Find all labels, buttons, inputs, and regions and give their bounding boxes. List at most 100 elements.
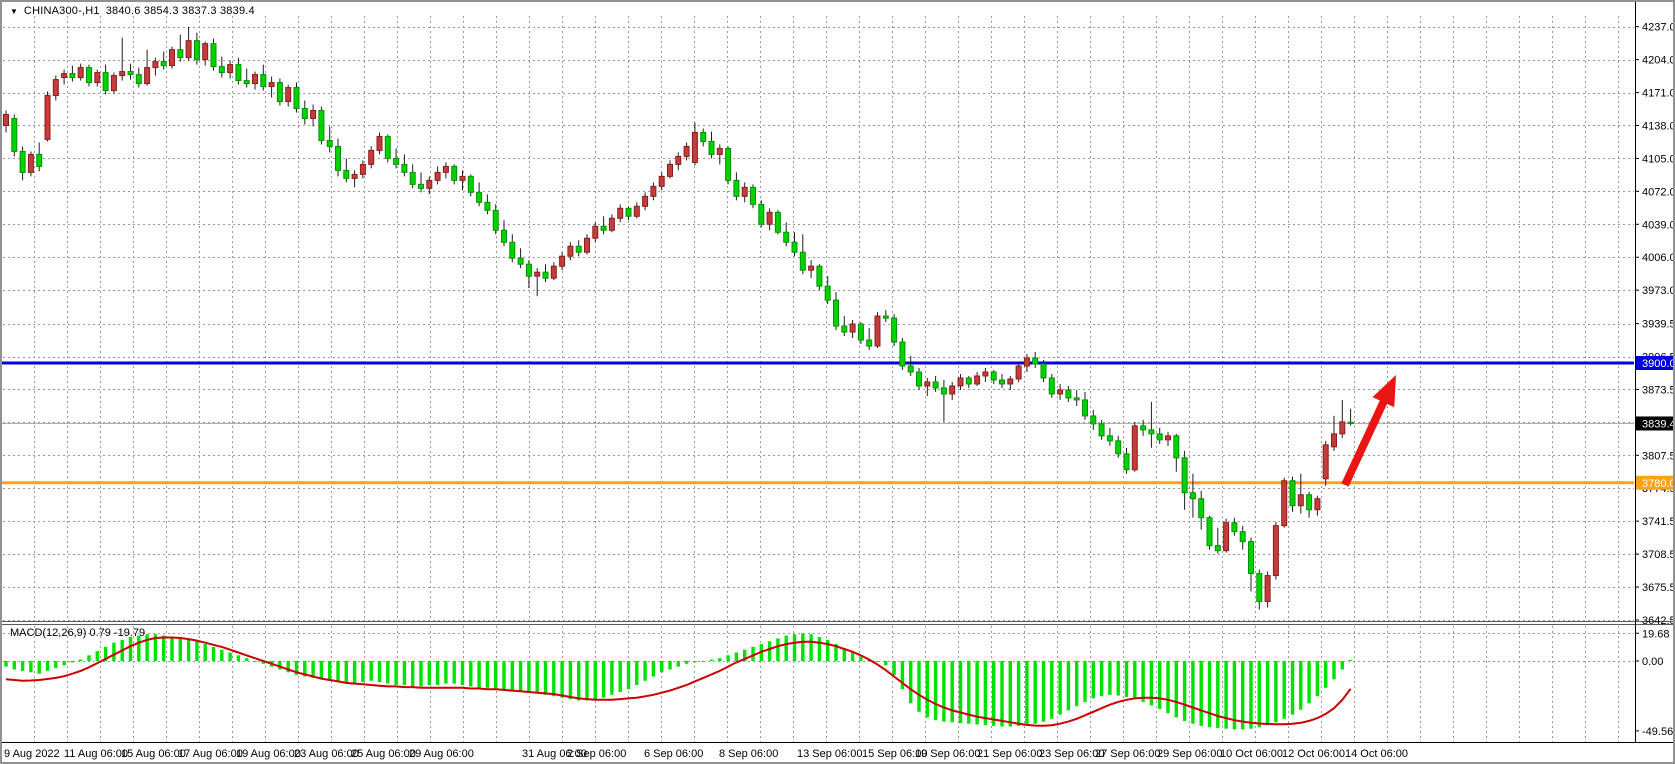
candle-bullish xyxy=(950,386,955,394)
candle-bullish xyxy=(4,114,9,125)
candle-bullish xyxy=(45,96,50,140)
candle-bearish xyxy=(510,242,515,258)
macd-bar xyxy=(419,661,422,686)
macd-bar xyxy=(220,650,223,661)
candle-bullish xyxy=(145,68,150,84)
candle-bearish xyxy=(103,73,108,91)
macd-bar xyxy=(477,661,480,688)
candle-bearish xyxy=(302,109,307,119)
macd-bar xyxy=(112,643,115,661)
candle-bullish xyxy=(975,376,980,384)
candle-bearish xyxy=(1307,495,1312,510)
macd-bar xyxy=(992,661,995,726)
candle-bearish xyxy=(900,342,905,366)
macd-bar xyxy=(1100,661,1103,696)
macd-bar xyxy=(486,661,489,688)
candle-bearish xyxy=(136,75,141,84)
candlestick-chart-canvas[interactable]: 4237.04204.04171.04138.04105.04072.04039… xyxy=(2,2,1675,764)
macd-bar xyxy=(87,655,90,661)
candle-bearish xyxy=(394,158,399,164)
candle-bearish xyxy=(867,340,872,346)
candle-bearish xyxy=(37,154,42,166)
candle-bullish xyxy=(1298,495,1303,506)
macd-bar xyxy=(54,661,57,668)
macd-bar xyxy=(710,660,713,661)
macd-bar xyxy=(1133,661,1136,699)
candle-bearish xyxy=(991,372,996,380)
candle-bearish xyxy=(161,62,166,66)
price-tick-label: 3873.5 xyxy=(1642,384,1675,396)
candle-bullish xyxy=(53,80,58,96)
candle-bearish xyxy=(883,316,888,318)
candle-bullish xyxy=(1224,523,1229,551)
candle-bullish xyxy=(1315,499,1320,510)
macd-bar xyxy=(1042,661,1045,722)
macd-bar xyxy=(62,661,65,665)
price-tick-label: 3675.5 xyxy=(1642,582,1675,594)
macd-bar xyxy=(1274,661,1277,722)
price-tick-label: 3807.5 xyxy=(1642,450,1675,462)
macd-bar xyxy=(1241,661,1244,729)
candle-bearish xyxy=(1041,364,1046,378)
price-tick-label: 4072.0 xyxy=(1642,186,1675,198)
candle-bearish xyxy=(493,210,498,230)
macd-bar xyxy=(1249,661,1252,729)
macd-bar xyxy=(1141,661,1144,702)
candle-bearish xyxy=(858,324,863,340)
macd-bar xyxy=(1175,661,1178,717)
candle-bullish xyxy=(618,208,623,218)
candle-bearish xyxy=(468,176,473,192)
candle-bearish xyxy=(1290,481,1295,506)
candle-bullish xyxy=(111,76,116,91)
candle-bearish xyxy=(842,326,847,332)
candle-bullish xyxy=(651,186,656,196)
macd-bar xyxy=(345,661,348,684)
candle-bullish xyxy=(659,176,664,186)
candle-bearish xyxy=(966,378,971,384)
candle-bearish xyxy=(70,74,75,78)
macd-bar xyxy=(635,661,638,685)
macd-bar xyxy=(793,634,796,661)
macd-bar xyxy=(461,661,464,685)
candle-bullish xyxy=(983,372,988,376)
candle-bullish xyxy=(1166,436,1171,440)
macd-bar xyxy=(660,661,663,672)
macd-bar xyxy=(336,661,339,682)
candle-bullish xyxy=(286,88,291,102)
candle-bullish xyxy=(78,68,83,78)
time-tick-label: 17 Aug 06:00 xyxy=(178,748,243,760)
macd-bar xyxy=(195,641,198,661)
candle-bullish xyxy=(269,83,274,87)
candle-bullish xyxy=(153,62,158,68)
support-price-badge: 3780.0 xyxy=(1636,476,1675,490)
macd-bar xyxy=(1125,661,1128,697)
candle-bullish xyxy=(1016,366,1021,379)
chart-background xyxy=(2,2,1675,764)
candle-bullish xyxy=(228,65,233,73)
price-tick-label: 4105.0 xyxy=(1642,153,1675,165)
macd-bar xyxy=(1283,661,1286,719)
macd-bar xyxy=(1067,661,1070,710)
candle-bearish xyxy=(194,41,199,60)
macd-bar xyxy=(685,661,688,664)
macd-bar xyxy=(1000,661,1003,727)
candle-bullish xyxy=(28,154,33,172)
candle-bearish xyxy=(1348,422,1353,423)
macd-indicator-label: MACD(12,26,9) 0.79 -19.79 xyxy=(10,627,145,639)
symbol-dropdown-icon[interactable]: ▼ xyxy=(10,6,18,17)
macd-bar xyxy=(851,653,854,661)
candle-bullish xyxy=(360,164,365,174)
macd-bar xyxy=(1034,661,1037,724)
time-tick-label: 19 Aug 06:00 xyxy=(236,748,301,760)
macd-bar xyxy=(79,660,82,661)
candle-bearish xyxy=(1240,532,1245,542)
candle-bullish xyxy=(203,44,208,60)
candle-bearish xyxy=(410,172,415,184)
candle-bearish xyxy=(941,388,946,394)
time-tick-label: 6 Sep 06:00 xyxy=(644,748,703,760)
macd-bar xyxy=(884,661,887,665)
candle-bullish xyxy=(170,50,175,66)
macd-bar xyxy=(909,661,912,703)
candle-bearish xyxy=(800,252,805,270)
candle-bearish xyxy=(219,67,224,73)
